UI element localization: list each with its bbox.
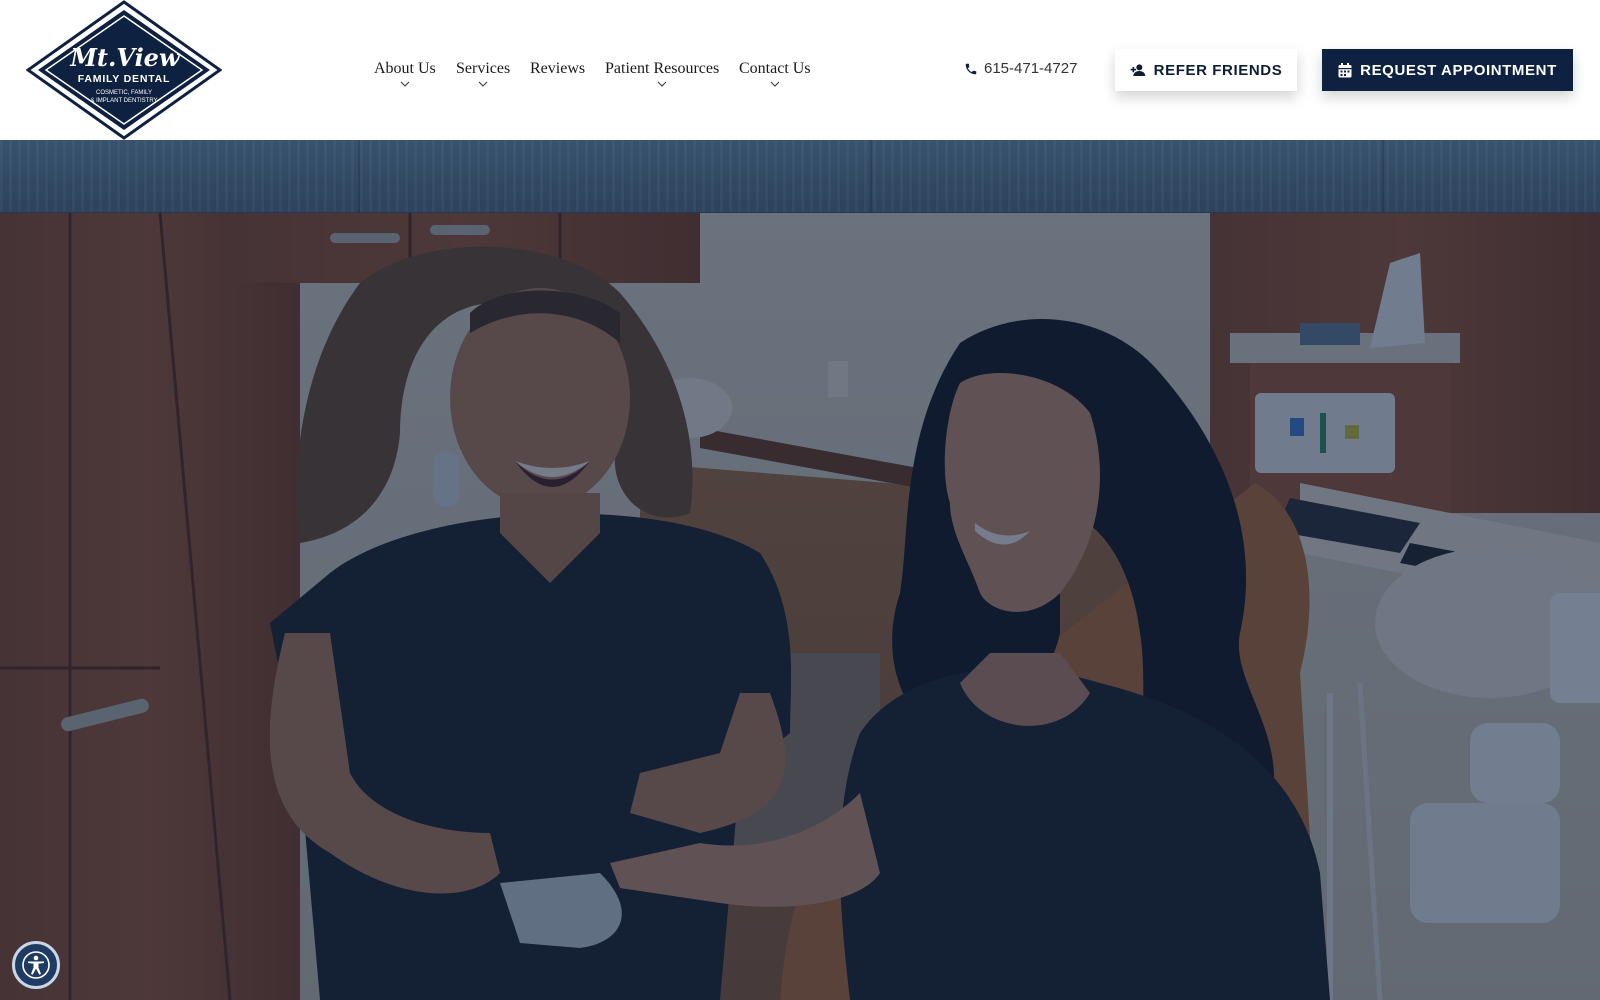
accessibility-widget-button[interactable] <box>12 941 60 989</box>
nav-reviews-label: Reviews <box>530 60 586 77</box>
nav-services-label: Services <box>456 60 511 77</box>
nav-about-us[interactable]: About Us <box>374 60 436 87</box>
chevron-down-icon <box>657 81 667 87</box>
nav-patient-resources-label: Patient Resources <box>605 60 720 77</box>
site-logo[interactable]: Mt.View FAMILY DENTAL COSMETIC, FAMILY &… <box>26 0 222 140</box>
calendar-icon <box>1338 62 1352 77</box>
nav-contact-us[interactable]: Contact Us <box>739 60 811 87</box>
logo-script: Mt.View <box>69 43 181 72</box>
accessibility-icon <box>22 951 50 979</box>
request-appointment-label: REQUEST APPOINTMENT <box>1360 61 1557 79</box>
nav-services[interactable]: Services <box>456 60 510 87</box>
chevron-down-icon <box>770 81 780 87</box>
site-header: Mt.View FAMILY DENTAL COSMETIC, FAMILY &… <box>0 0 1600 140</box>
hero-photo-illustration <box>0 213 1600 1000</box>
nav-patient-resources[interactable]: Patient Resources <box>605 60 719 87</box>
logo-diamond: Mt.View FAMILY DENTAL COSMETIC, FAMILY &… <box>26 0 222 140</box>
phone-link[interactable]: 615-471-4727 <box>964 60 1077 77</box>
user-plus-icon <box>1130 64 1146 76</box>
logo-tagline-2: & IMPLANT DENTISTRY <box>90 98 157 104</box>
logo-tagline-1: COSMETIC, FAMILY <box>96 90 152 96</box>
request-appointment-button[interactable]: REQUEST APPOINTMENT <box>1322 49 1573 91</box>
chevron-down-icon <box>478 81 488 87</box>
refer-friends-button[interactable]: REFER FRIENDS <box>1115 49 1297 91</box>
hero-top-band <box>0 140 1600 213</box>
nav-about-us-label: About Us <box>374 60 436 77</box>
nav-reviews[interactable]: Reviews <box>530 60 585 78</box>
band-seam <box>1382 140 1384 213</box>
phone-icon <box>965 63 977 74</box>
nav-contact-us-label: Contact Us <box>739 60 811 77</box>
chevron-down-icon <box>400 81 410 87</box>
hero-image <box>0 213 1600 1000</box>
refer-friends-label: REFER FRIENDS <box>1153 61 1283 79</box>
logo-name: FAMILY DENTAL <box>78 73 170 85</box>
phone-number: 615-471-4727 <box>984 60 1078 77</box>
band-seam <box>870 140 872 213</box>
band-seam <box>358 140 360 213</box>
